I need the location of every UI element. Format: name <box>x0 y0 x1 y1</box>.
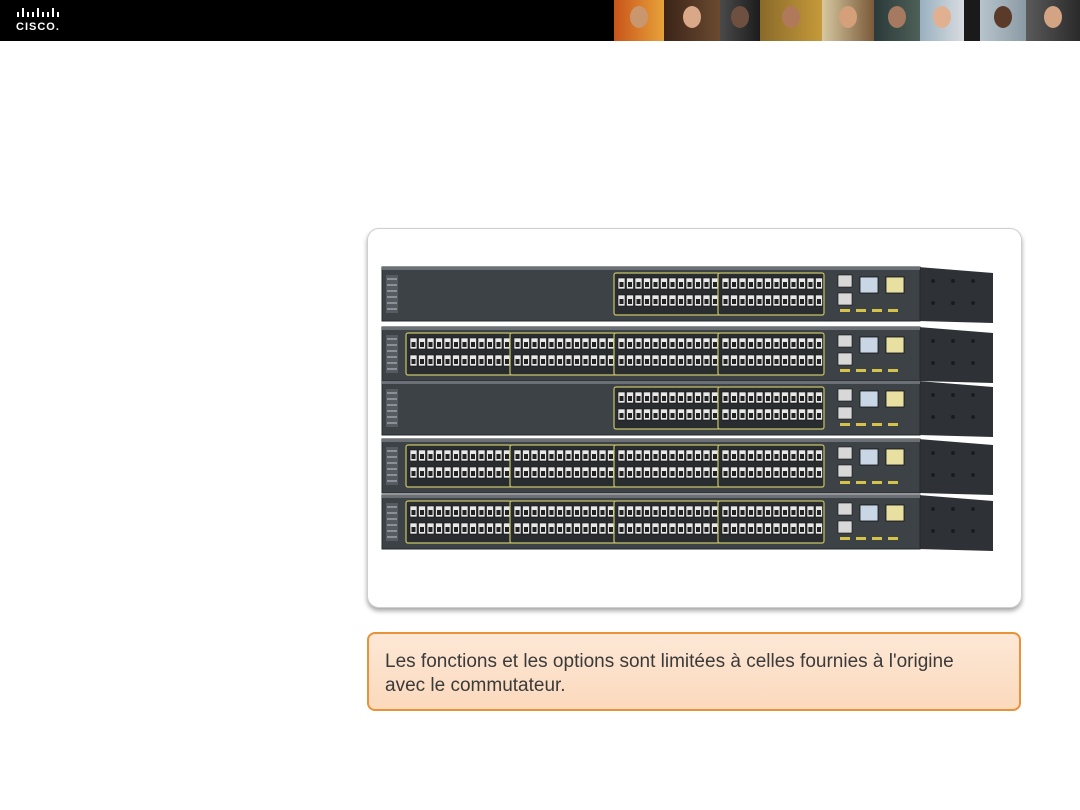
header-bar: CISCO. <box>0 0 1080 41</box>
header-photo <box>920 0 964 41</box>
header-photo <box>822 0 874 41</box>
console-port <box>859 504 879 522</box>
sfp-port <box>837 292 853 306</box>
console-port <box>859 336 879 354</box>
header-photo <box>980 0 1026 41</box>
console-port <box>859 276 879 294</box>
switch-side-panel <box>918 495 993 551</box>
switch-side-panel <box>918 439 993 495</box>
switch-side-panel <box>918 381 993 437</box>
logo-wordmark: CISCO. <box>16 21 60 33</box>
header-photo <box>874 0 920 41</box>
cisco-bridge-icon <box>17 8 59 17</box>
header-photo <box>760 0 822 41</box>
console-port <box>859 390 879 408</box>
console-port <box>859 448 879 466</box>
console-port <box>885 336 905 354</box>
header-photo <box>1026 0 1080 41</box>
caption-box: Les fonctions et les options sont limité… <box>367 632 1021 711</box>
sfp-port <box>837 464 853 478</box>
sfp-port <box>837 446 853 460</box>
sfp-port <box>837 520 853 534</box>
switch-image-card <box>367 228 1022 608</box>
switch-side-panel <box>918 327 993 383</box>
console-port <box>885 448 905 466</box>
sfp-port <box>837 334 853 348</box>
header-photo <box>614 0 664 41</box>
console-port <box>885 276 905 294</box>
console-port <box>885 390 905 408</box>
sfp-port <box>837 352 853 366</box>
header-photo <box>664 0 720 41</box>
header-photo <box>720 0 760 41</box>
stacked-switches-image <box>381 266 993 551</box>
cisco-logo: CISCO. <box>16 6 64 36</box>
header-photo-strip <box>614 0 1080 41</box>
header-photo <box>964 0 980 41</box>
caption-text: Les fonctions et les options sont limité… <box>385 651 954 696</box>
console-port <box>885 504 905 522</box>
switch-side-panel <box>918 267 993 323</box>
sfp-port <box>837 388 853 402</box>
sfp-port <box>837 502 853 516</box>
sfp-port <box>837 406 853 420</box>
sfp-port <box>837 274 853 288</box>
